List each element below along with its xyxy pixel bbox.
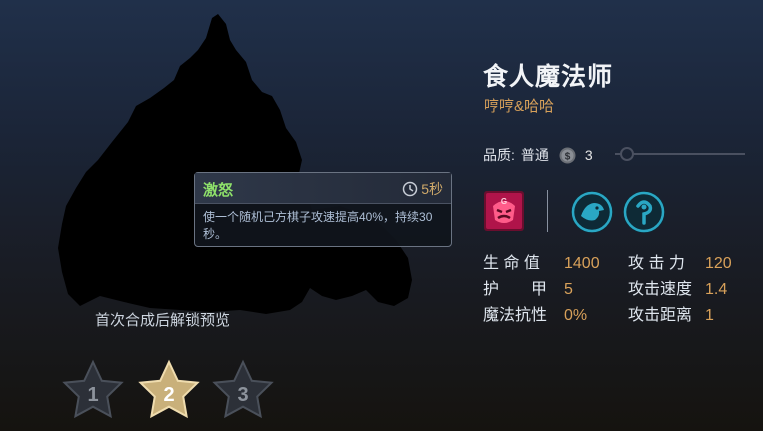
stat-attack-damage: 攻 击 力 120: [628, 253, 732, 275]
coin-icon: $: [559, 147, 576, 163]
skill-cooldown-value: 5秒: [421, 181, 443, 197]
dragon-trait-icon[interactable]: [570, 190, 614, 234]
stat-value: 1: [705, 307, 714, 324]
quality-divider-ornament: [615, 147, 745, 161]
stat-value: 1400: [564, 255, 600, 272]
star-level-3-label: 3: [237, 384, 248, 406]
ogre-trait-icon[interactable]: G: [483, 190, 525, 232]
unlock-preview-text: 首次合成后解锁预览: [95, 312, 231, 329]
quality-row: 品质: 普通 $ 3: [483, 146, 593, 164]
trait-divider: [547, 190, 548, 232]
stat-health: 生 命 值 1400: [483, 253, 600, 275]
star-level-2-button[interactable]: 2: [139, 361, 199, 418]
star-level-1-label: 1: [87, 384, 98, 406]
skill-tooltip-header: 激怒 5秒: [195, 173, 451, 204]
stat-attack-speed: 攻击速度 1.4: [628, 279, 727, 301]
mage-trait-icon[interactable]: [622, 190, 666, 234]
star-level-2-label: 2: [163, 384, 174, 406]
quality-label: 品质:: [483, 147, 515, 163]
skill-name: 激怒: [203, 182, 234, 199]
stat-attack-range: 攻击距离 1: [628, 305, 714, 327]
champion-nickname: 哼哼&哈哈: [484, 98, 555, 115]
stat-value: 5: [564, 281, 573, 298]
stat-label: 魔法抗性: [483, 307, 548, 324]
stat-value: 120: [705, 255, 732, 272]
champion-cost: 3: [584, 147, 593, 163]
star-level-selector: 1 2 3: [63, 361, 273, 418]
stat-value: 0%: [564, 307, 588, 324]
skill-tooltip: 激怒 5秒 使一个随机己方棋子攻速提高40%，持续30秒。: [194, 172, 452, 247]
svg-text:G: G: [501, 197, 507, 206]
star-level-3-button[interactable]: 3: [213, 361, 273, 418]
skill-description: 使一个随机己方棋子攻速提高40%，持续30秒。: [203, 210, 433, 241]
stat-label: 攻击速度: [628, 281, 693, 298]
champion-name: 食人魔法师: [483, 63, 614, 91]
stat-label: 攻击距离: [628, 307, 693, 324]
stat-label: 护 甲: [483, 281, 548, 298]
stat-label: 攻 击 力: [628, 255, 685, 272]
stat-magic-resist: 魔法抗性 0%: [483, 305, 587, 327]
stat-label: 生 命 值: [483, 255, 540, 272]
star-level-1-button[interactable]: 1: [63, 361, 123, 418]
stat-value: 1.4: [705, 281, 728, 298]
stat-armor: 护 甲 5: [483, 279, 573, 301]
clock-icon: [402, 181, 418, 197]
quality-value: 普通: [520, 147, 549, 163]
skill-cooldown: 5秒: [402, 179, 443, 199]
svg-text:$: $: [565, 151, 571, 162]
